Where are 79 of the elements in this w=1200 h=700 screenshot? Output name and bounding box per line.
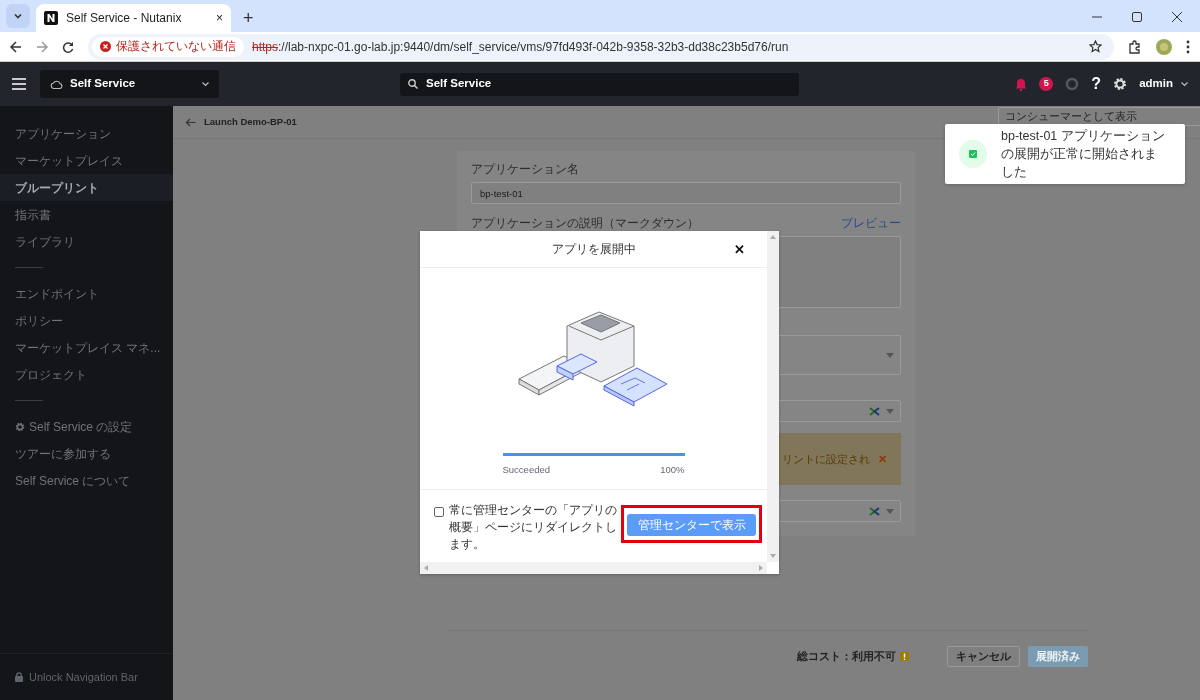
scroll-up-icon[interactable] [770, 235, 776, 239]
product-dropdown[interactable]: Self Service [40, 70, 219, 98]
percent-text: 100% [660, 463, 685, 477]
search-input[interactable]: Self Service [424, 74, 791, 94]
back-icon[interactable] [10, 40, 22, 53]
scrollbar[interactable] [767, 231, 779, 562]
sidebar-item[interactable]: 指示書 [0, 201, 173, 228]
field-label: アプリケーション名 [471, 161, 580, 178]
close-button[interactable]: ✕ [734, 240, 745, 260]
alert-count-badge[interactable]: 5 [1039, 77, 1054, 91]
cost-text: 総コスト：利用不可 [797, 648, 909, 665]
cross-logo-icon [869, 506, 880, 516]
field-label: アプリケーションの説明（マークダウン） [471, 215, 699, 232]
error-icon [100, 41, 111, 52]
dialog-title: アプリを展開中 [551, 241, 636, 258]
logo-icon [44, 11, 58, 25]
settings-icon[interactable] [1113, 77, 1128, 91]
back-arrow-icon[interactable] [185, 117, 196, 127]
warning-icon [900, 652, 909, 661]
extension-icon[interactable] [1128, 39, 1142, 54]
tab-close-button[interactable]: × [216, 9, 223, 27]
help-button[interactable]: ? [1091, 72, 1102, 96]
menu-icon[interactable] [12, 78, 26, 90]
sidebar-item[interactable]: アプリケーション [0, 120, 173, 147]
sidebar-item[interactable]: ポリシー [0, 307, 173, 334]
sidebar-item[interactable]: Self Service について [0, 467, 173, 494]
chip-label: 保護されていない通信 [116, 38, 236, 55]
sidebar-item[interactable]: ブループリント [0, 174, 173, 201]
lock-icon [15, 672, 23, 682]
cancel-button[interactable]: キャンセル [947, 646, 1020, 667]
sidebar-item[interactable]: マーケットプレイス [0, 147, 173, 174]
dropdown-caret-icon [886, 408, 894, 414]
success-icon [959, 140, 987, 168]
browser-tab[interactable]: Self Service - Nutanix × [36, 4, 231, 32]
tab-list-button[interactable] [6, 4, 30, 28]
checkbox[interactable] [434, 507, 444, 517]
preview-link[interactable]: プレビュー [841, 214, 901, 232]
close-icon[interactable] [1172, 12, 1182, 22]
bell-icon[interactable] [1015, 77, 1028, 91]
cloud-icon [50, 79, 63, 89]
search-icon [408, 79, 418, 89]
forward-icon[interactable] [36, 40, 48, 53]
sidebar-item[interactable]: Self Service の設定 [0, 413, 173, 440]
sidebar-item[interactable]: マーケットプレイス マネ... [0, 334, 173, 361]
chevron-icon [13, 11, 23, 21]
name-input-field[interactable]: bp-test-01 [471, 182, 901, 204]
page-title: Launch Demo-BP-01 [204, 114, 297, 129]
scroll-down-icon[interactable] [770, 554, 776, 558]
search-field[interactable]: Self Service [400, 72, 799, 96]
caret-icon [1181, 81, 1188, 87]
sidebar-item[interactable]: プロジェクト [0, 361, 173, 388]
toast-message: bp-test-01 アプリケーションの展開が正常に開始されました [1001, 128, 1166, 181]
cross-logo-icon [869, 406, 880, 416]
scroll-left-icon[interactable] [424, 565, 428, 571]
sidebar-item[interactable]: ツアーに参加する [0, 440, 173, 467]
status-ring-icon[interactable] [1065, 77, 1080, 91]
security-chip[interactable]: 保護されていない通信 [92, 36, 244, 57]
url-text: https://lab-nxpc-01.go-lab.jp:9440/dm/self_service/vms/97fd493f-042b-9358-32b3-dd38c23b5d76/run [252, 38, 790, 56]
checkbox-label: 常に管理センターの「アプリの概要」ページにリダイレクトします。 [449, 502, 617, 553]
dropdown-caret-icon [886, 508, 894, 514]
warning-text: リントに設定され [782, 451, 870, 467]
dropdown-caret-icon [886, 352, 894, 358]
new-tab-button[interactable]: + [239, 8, 258, 28]
reload-icon[interactable] [62, 40, 74, 53]
sidebar-item[interactable]: ライブラリ [0, 228, 173, 255]
profile-avatar-icon[interactable] [1156, 38, 1172, 55]
user-menu[interactable]: admin [1139, 75, 1188, 93]
view-in-admin-center-button[interactable]: 管理センターで表示 [627, 514, 756, 536]
tab-title: Self Service - Nutanix [66, 10, 183, 27]
gear-icon [15, 421, 25, 432]
more-menu-icon[interactable] [1186, 39, 1190, 54]
maximize-icon[interactable] [1132, 12, 1142, 22]
scroll-right-icon[interactable] [759, 565, 763, 571]
caret-icon [202, 81, 209, 87]
star-icon[interactable] [1089, 40, 1102, 53]
scrollbar[interactable] [420, 562, 767, 574]
status-text: Succeeded [502, 463, 551, 477]
consumer-view-button[interactable]: コンシューマーとして表示 [998, 107, 1200, 126]
sidebar-item[interactable]: エンドポイント [0, 280, 173, 307]
